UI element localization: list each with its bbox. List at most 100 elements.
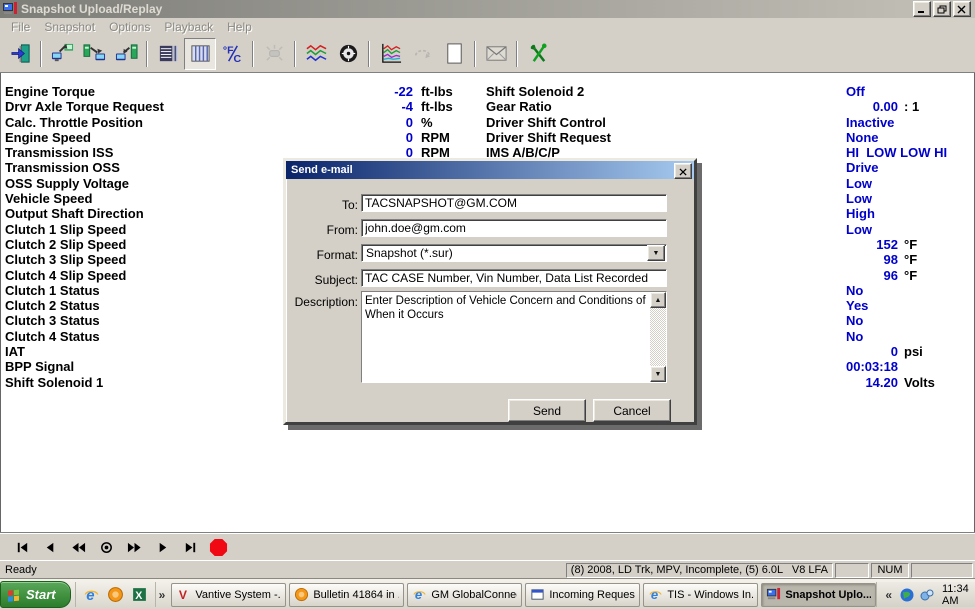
list-item[interactable]: Calc. Throttle Position0%Driver Shift Co… [1, 115, 974, 130]
minimize-button[interactable] [913, 1, 931, 17]
new-page-button[interactable] [438, 38, 470, 70]
scroll-up-icon[interactable]: ▲ [650, 292, 666, 308]
globe-tray-icon[interactable] [899, 587, 915, 603]
param-name-left: Clutch 4 Status [5, 329, 305, 344]
param-name-left: Drvr Axle Torque Request [5, 99, 305, 114]
stop-icon [209, 538, 228, 557]
toolbar-separator [252, 41, 254, 67]
subject-label: Subject: [292, 273, 358, 287]
task-label: Bulletin 41864 in ... [313, 589, 399, 601]
quicklaunch-excel[interactable]: X [131, 586, 148, 603]
chevron-down-icon[interactable]: ▼ [647, 245, 665, 261]
gauge-button[interactable] [332, 38, 364, 70]
param-value-right: High [846, 206, 898, 221]
view-rows-button[interactable] [152, 38, 184, 70]
format-label: Format: [292, 248, 358, 262]
quicklaunch-app[interactable] [107, 586, 124, 603]
param-value-left: -22 [305, 84, 413, 99]
to-input[interactable] [361, 194, 667, 212]
close-icon [679, 164, 688, 179]
orange-app-icon [107, 586, 124, 603]
chevron-left-icon[interactable]: « [882, 588, 895, 602]
multi-graph-button[interactable] [374, 38, 406, 70]
taskbar-task[interactable]: Bulletin 41864 in ... [289, 583, 404, 607]
param-unit-left: RPM [421, 130, 481, 145]
menu-file: File [4, 20, 37, 34]
step-back-button[interactable] [36, 536, 64, 558]
format-select[interactable]: Snapshot (*.sur) ▼ [361, 244, 667, 262]
record-center-button[interactable] [92, 536, 120, 558]
from-input[interactable] [361, 219, 667, 237]
window-controls [913, 1, 971, 17]
email-button[interactable] [480, 38, 512, 70]
list-item[interactable]: Drvr Axle Torque Request-4ft-lbsGear Rat… [1, 99, 974, 114]
graph-button[interactable] [300, 38, 332, 70]
rewind-icon [71, 540, 86, 555]
close-button[interactable] [953, 1, 971, 17]
param-name-left: Engine Torque [5, 84, 305, 99]
param-name-left: Clutch 4 Slip Speed [5, 268, 305, 283]
graph-icon [305, 42, 328, 65]
param-value-right: Yes [846, 298, 898, 313]
step-back-icon [43, 540, 58, 555]
param-unit-left: % [421, 115, 481, 130]
taskbar-task[interactable]: Snapshot Uplo... [761, 583, 876, 607]
taskbar: Start e X » VVantive System -... Bulletin … [0, 578, 975, 609]
upload-device-button[interactable] [78, 38, 110, 70]
upload-pc-button[interactable] [46, 38, 78, 70]
record-center-icon [99, 540, 114, 555]
exit-button[interactable] [4, 38, 36, 70]
restore-button[interactable] [933, 1, 951, 17]
start-button[interactable]: Start [0, 581, 71, 608]
list-item[interactable]: Engine Torque-22ft-lbsShift Solenoid 2Of… [1, 84, 974, 99]
param-unit-right: °F [904, 252, 917, 267]
toolbar: °FC [0, 35, 975, 73]
param-value-right: Low [846, 191, 898, 206]
download-device-button[interactable] [110, 38, 142, 70]
rewind-button[interactable] [64, 536, 92, 558]
vantive-icon: V [176, 587, 191, 602]
snapshot-icon [766, 587, 781, 602]
step-forward-button[interactable] [148, 536, 176, 558]
param-value-right: No [846, 313, 898, 328]
stop-button[interactable] [204, 536, 232, 558]
cancel-button[interactable]: Cancel [593, 399, 671, 422]
num-lock-indicator: NUM [871, 563, 909, 578]
playback-bar: Transmission Data Center Trigger Range (… [0, 532, 975, 561]
taskbar-task[interactable]: eTIS - Windows In... [643, 583, 758, 607]
toolbar-separator [294, 41, 296, 67]
param-value-right: 152 [846, 237, 898, 252]
description-input[interactable]: Enter Description of Vehicle Concern and… [362, 292, 650, 382]
skip-last-button[interactable] [176, 536, 204, 558]
param-name-left: IAT [5, 344, 305, 359]
taskbar-task[interactable]: eGM GlobalConnec... [407, 583, 522, 607]
to-label: To: [292, 198, 358, 212]
app-icon [2, 1, 18, 17]
dialog-close-button[interactable] [674, 163, 692, 179]
flash-icon [263, 42, 286, 65]
param-name-left: Clutch 2 Slip Speed [5, 237, 305, 252]
list-item[interactable]: Engine Speed0RPMDriver Shift RequestNone [1, 130, 974, 145]
param-name-left: Clutch 1 Status [5, 283, 305, 298]
taskbar-task[interactable]: Incoming Reques... [525, 583, 640, 607]
view-columns-button[interactable] [184, 38, 216, 70]
taskbar-task[interactable]: VVantive System -... [171, 583, 286, 607]
dialog-title: Send e-mail [291, 164, 353, 176]
param-name-left: Engine Speed [5, 130, 305, 145]
chevron-right-icon[interactable]: » [156, 588, 169, 602]
scroll-down-icon[interactable]: ▼ [650, 366, 666, 382]
tools-button[interactable] [522, 38, 554, 70]
menu-bar: FileSnapshotOptionsPlaybackHelp [0, 18, 975, 35]
units-fc-toggle-button[interactable]: °FC [216, 38, 248, 70]
skip-first-button[interactable] [8, 536, 36, 558]
replay-icon [411, 42, 434, 65]
fast-forward-button[interactable] [120, 536, 148, 558]
subject-input[interactable] [361, 269, 667, 287]
param-name-right: Shift Solenoid 2 [486, 84, 846, 99]
description-scrollbar[interactable]: ▲ ▼ [650, 292, 666, 382]
param-name-left: Output Shaft Direction [5, 206, 305, 221]
messenger-tray-icon[interactable] [919, 587, 935, 603]
quicklaunch-ie[interactable]: e [83, 586, 100, 603]
send-button[interactable]: Send [508, 399, 586, 422]
scroll-track[interactable] [650, 308, 666, 366]
